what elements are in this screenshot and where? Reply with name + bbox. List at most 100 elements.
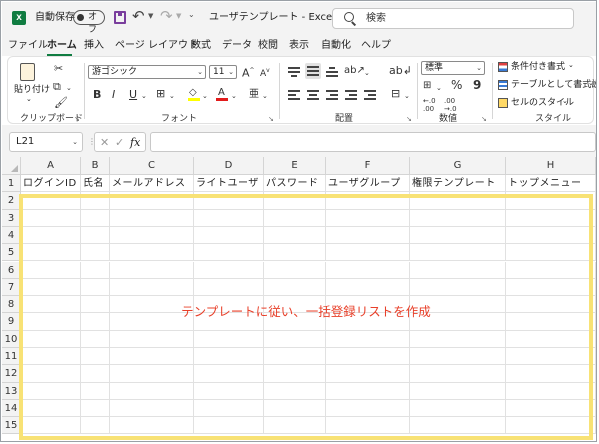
borders-icon[interactable]: ⊞ [156, 88, 165, 100]
grid-cell[interactable] [194, 278, 264, 297]
grid-cell[interactable] [506, 261, 596, 279]
grid-cell[interactable] [194, 348, 264, 366]
grid-cell[interactable] [264, 278, 326, 297]
tab-view[interactable]: 表示 [289, 39, 309, 52]
paste-dropdown-icon[interactable]: ⌄ [26, 95, 32, 103]
grid-cell[interactable] [326, 192, 410, 210]
grid-cell[interactable] [194, 330, 264, 348]
align-right-icon[interactable] [326, 90, 338, 100]
row-header-12[interactable]: 12 [2, 365, 21, 383]
grid-cell[interactable] [506, 365, 596, 383]
grid-cell[interactable] [110, 399, 194, 418]
grid-cell[interactable] [326, 330, 410, 348]
column-header-d[interactable]: D [194, 157, 264, 175]
tab-automate[interactable]: 自動化 [321, 39, 351, 52]
grid-cell[interactable] [326, 348, 410, 366]
percent-button[interactable]: % [451, 79, 462, 91]
grid-cell[interactable] [326, 417, 410, 435]
header-cell[interactable]: ログインID [21, 175, 81, 193]
grid-cell[interactable] [81, 313, 110, 331]
header-cell[interactable]: トップメニュー [506, 175, 596, 193]
grid-cell[interactable] [410, 244, 506, 262]
tab-home[interactable]: ホーム [47, 39, 77, 52]
grid-cell[interactable] [326, 278, 410, 297]
grid-cell[interactable] [506, 278, 596, 297]
grid-cell[interactable] [264, 261, 326, 279]
grid-cell[interactable] [506, 399, 596, 418]
grid-cell[interactable] [506, 296, 596, 314]
cell-styles-button[interactable]: セルのスタイル ⌄ [498, 97, 590, 111]
grid-cell[interactable] [410, 348, 506, 366]
grid-cell[interactable] [21, 244, 81, 262]
grid-cell[interactable] [21, 313, 81, 331]
font-color-dropdown-icon[interactable]: ⌄ [231, 90, 237, 102]
grid-cell[interactable] [326, 399, 410, 418]
grid-cell[interactable] [110, 209, 194, 227]
header-cell[interactable]: パスワード [264, 175, 326, 193]
tab-formulas[interactable]: 数式 [191, 39, 211, 52]
grid-cell[interactable] [194, 365, 264, 383]
font-color-icon[interactable]: A [216, 87, 228, 101]
grid-cell[interactable] [264, 209, 326, 227]
grid-cell[interactable] [81, 192, 110, 210]
grid-cell[interactable] [506, 313, 596, 331]
grid-cell[interactable] [410, 192, 506, 210]
header-cell[interactable]: 権限テンプレート [410, 175, 506, 193]
row-header-2[interactable]: 2 [2, 192, 21, 210]
underline-button[interactable]: U [129, 89, 137, 101]
autosave-toggle[interactable]: オフ [73, 10, 105, 35]
grid-cell[interactable] [110, 261, 194, 279]
grid-cell[interactable] [194, 261, 264, 279]
row-header-8[interactable]: 8 [2, 296, 21, 314]
row-header-10[interactable]: 10 [2, 330, 21, 348]
grid-cell[interactable] [194, 209, 264, 227]
header-cell[interactable]: 氏名 [81, 175, 110, 193]
grid-cell[interactable] [264, 330, 326, 348]
merge-center-icon[interactable]: ⊟ [391, 88, 400, 100]
grid-cell[interactable] [21, 330, 81, 348]
grid-cell[interactable] [506, 330, 596, 348]
currency-dropdown-icon[interactable]: ⌄ [436, 82, 442, 94]
alignment-launcher-icon[interactable]: ↘ [406, 115, 412, 123]
increase-indent-icon[interactable] [364, 90, 376, 100]
row-header-14[interactable]: 14 [2, 399, 21, 418]
grid-cell[interactable] [326, 209, 410, 227]
grid-cell[interactable] [506, 192, 596, 210]
grid-cell[interactable] [194, 226, 264, 245]
tab-insert[interactable]: 挿入 [84, 39, 104, 52]
grid-cell[interactable] [194, 192, 264, 210]
grid-cell[interactable] [81, 209, 110, 227]
grid-cell[interactable] [326, 365, 410, 383]
fill-color-dropdown-icon[interactable]: ⌄ [202, 90, 208, 102]
italic-button[interactable]: I [112, 89, 115, 101]
grid-cell[interactable] [264, 399, 326, 418]
number-format-combo[interactable]: 標準 ⌄ [421, 61, 485, 75]
grid-cell[interactable] [506, 244, 596, 262]
column-header-b[interactable]: B [81, 157, 110, 175]
grid-cell[interactable] [264, 226, 326, 245]
fill-color-icon[interactable]: ◇ [188, 87, 200, 101]
grid-cell[interactable] [264, 192, 326, 210]
bold-button[interactable]: B [93, 89, 101, 101]
wrap-text-icon[interactable]: ab↲ [389, 65, 412, 77]
grid-cell[interactable] [326, 382, 410, 400]
insert-function-icon[interactable]: fx [130, 136, 140, 149]
grid-cell[interactable] [410, 278, 506, 297]
redo-icon[interactable]: ↷ [160, 7, 173, 25]
grid-cell[interactable] [326, 261, 410, 279]
grid-cell[interactable] [21, 417, 81, 435]
grid-cell[interactable] [410, 330, 506, 348]
underline-dropdown-icon[interactable]: ⌄ [141, 90, 147, 102]
grid-cell[interactable] [21, 278, 81, 297]
grid-cell[interactable] [264, 348, 326, 366]
merge-dropdown-icon[interactable]: ⌄ [404, 90, 410, 102]
enter-icon[interactable]: ✓ [115, 136, 124, 149]
grid-cell[interactable] [410, 226, 506, 245]
shrink-font-button[interactable]: Av [260, 65, 270, 80]
grid-cell[interactable] [81, 261, 110, 279]
copy-dropdown-icon[interactable]: ⌄ [66, 82, 72, 94]
number-launcher-icon[interactable]: ↘ [481, 115, 487, 123]
comma-style-button[interactable]: 9 [473, 79, 481, 91]
cut-icon[interactable]: ✂ [54, 63, 63, 75]
grid-cell[interactable] [81, 382, 110, 400]
